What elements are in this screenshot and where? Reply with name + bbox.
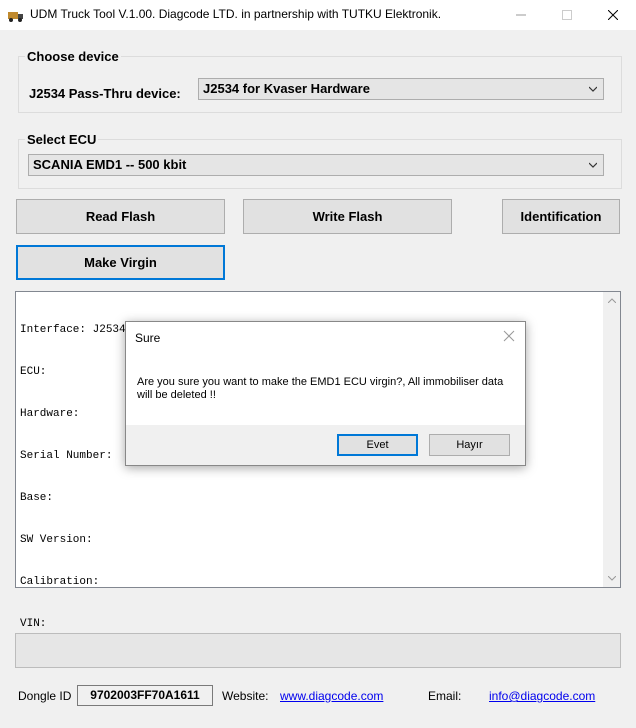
ecu-select[interactable]: SCANIA EMD1 -- 500 kbit <box>28 154 604 176</box>
identification-button[interactable]: Identification <box>502 199 620 234</box>
dialog-body: Are you sure you want to make the EMD1 E… <box>126 353 525 425</box>
dialog-message: Are you sure you want to make the EMD1 E… <box>137 376 504 401</box>
no-button[interactable]: Hayır <box>429 434 510 456</box>
app-icon <box>8 12 23 22</box>
scroll-up-button[interactable] <box>603 292 620 309</box>
close-icon <box>608 10 618 20</box>
log-line: Calibration: <box>20 576 100 588</box>
dialog-title-bar: Sure <box>126 322 525 353</box>
confirm-dialog: Sure Are you sure you want to make the E… <box>125 321 526 466</box>
chevron-down-icon <box>607 576 616 581</box>
email-link[interactable]: info@diagcode.com <box>489 689 595 703</box>
email-label: Email: <box>428 689 462 703</box>
close-button[interactable] <box>590 0 636 30</box>
log-scrollbar[interactable] <box>603 292 620 587</box>
website-link[interactable]: www.diagcode.com <box>280 689 383 703</box>
ecu-value: SCANIA EMD1 -- 500 kbit <box>33 157 187 172</box>
minimize-button[interactable] <box>498 0 544 30</box>
window-title: UDM Truck Tool V.1.00. Diagcode LTD. in … <box>30 7 442 21</box>
passthru-label: J2534 Pass-Thru device: <box>29 86 181 101</box>
log-line: Base: <box>20 492 54 504</box>
chevron-up-icon <box>607 298 616 303</box>
scroll-down-button[interactable] <box>603 570 620 587</box>
passthru-device-select[interactable]: J2534 for Kvaser Hardware <box>198 78 604 100</box>
chevron-down-icon <box>589 162 597 168</box>
close-icon[interactable] <box>502 329 516 343</box>
dialog-title: Sure <box>135 331 161 345</box>
maximize-icon <box>562 10 572 20</box>
make-virgin-button[interactable]: Make Virgin <box>16 245 225 280</box>
ecu-group-title: Select ECU <box>25 132 99 147</box>
website-label: Website: <box>222 689 269 703</box>
log-line: SW Version: <box>20 534 93 546</box>
chevron-down-icon <box>589 86 597 92</box>
passthru-device-value: J2534 for Kvaser Hardware <box>203 81 370 96</box>
minimize-icon <box>516 14 526 16</box>
title-bar: UDM Truck Tool V.1.00. Diagcode LTD. in … <box>0 0 636 30</box>
device-group-title: Choose device <box>25 49 121 64</box>
dongle-id-label: Dongle ID <box>18 689 72 703</box>
yes-button[interactable]: Evet <box>337 434 418 456</box>
dongle-id-value: 9702003FF70A1611 <box>77 685 213 706</box>
progress-bar <box>15 633 621 668</box>
log-line: VIN: <box>20 618 47 630</box>
write-flash-button[interactable]: Write Flash <box>243 199 452 234</box>
maximize-button[interactable] <box>544 0 590 30</box>
read-flash-button[interactable]: Read Flash <box>16 199 225 234</box>
